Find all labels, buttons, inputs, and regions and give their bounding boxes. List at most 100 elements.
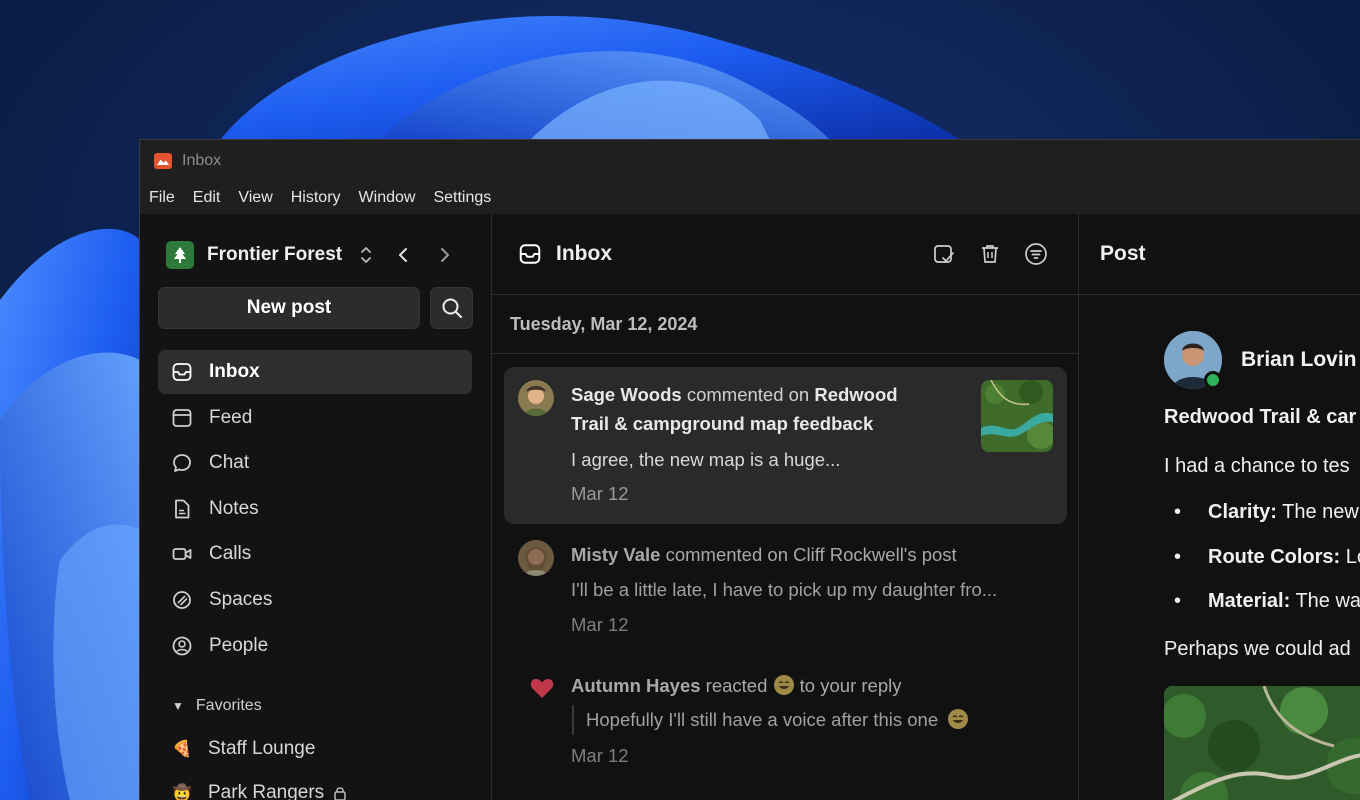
sidebar-item-label: Notes	[209, 497, 259, 519]
post-image[interactable]	[1164, 686, 1360, 800]
sidebar-item-label: Chat	[209, 452, 250, 474]
cowboy-icon: 🤠	[172, 785, 192, 800]
post-paragraph: I had a chance to tes	[1164, 455, 1350, 477]
sidebar-item-chat[interactable]: Chat	[158, 441, 472, 485]
bullet-text: The wa	[1290, 590, 1360, 612]
nav-list: Inbox Feed Chat Notes Calls Spaces Peopl…	[158, 350, 472, 669]
notification-time: Mar 12	[571, 745, 629, 766]
notification-preview: Hopefully I'll still have a voice after …	[586, 705, 969, 734]
window-title: Inbox	[182, 152, 222, 169]
sidebar-item-people[interactable]: People	[158, 624, 472, 668]
inbox-icon	[519, 244, 541, 264]
feed-icon	[172, 408, 192, 427]
tree-icon[interactable]	[166, 241, 194, 269]
chevron-up-down-icon[interactable]	[358, 245, 374, 265]
post-header-title: Post	[1100, 242, 1146, 265]
notes-icon	[175, 499, 190, 519]
online-status-dot	[1204, 371, 1222, 389]
bullet-item: Clarity: The new	[1208, 501, 1359, 524]
action-text: commented on	[681, 384, 815, 405]
favorites-header[interactable]: ▼ Favorites	[172, 697, 262, 715]
menu-settings[interactable]: Settings	[433, 189, 491, 207]
notification-item[interactable]: Misty Vale commented on Cliff Rockwell's…	[504, 532, 1067, 660]
sidebar-item-notes[interactable]: Notes	[158, 487, 472, 531]
search-icon	[442, 298, 462, 318]
forward-arrow-icon[interactable]	[434, 245, 454, 265]
person-circle-icon	[172, 636, 192, 655]
sidebar-item-calls[interactable]: Calls	[158, 532, 472, 576]
bullet-text: The new	[1276, 501, 1359, 523]
action-text: reacted	[700, 675, 773, 696]
favorites-label: Favorites	[195, 697, 262, 714]
pizza-icon: 🍕	[172, 741, 192, 758]
sidebar-item-label: Spaces	[209, 588, 273, 610]
filter-icon[interactable]	[1024, 242, 1048, 266]
target-title-continued: Trail & campground map feedback	[571, 413, 874, 434]
bullet-label: Clarity:	[1208, 501, 1277, 523]
notification-item[interactable]: Sage Woods commented on Redwood Trail & …	[504, 367, 1067, 524]
bullet-text: Lo	[1345, 546, 1360, 568]
target-title: Redwood	[814, 384, 898, 405]
menu-bar: File Edit View History Window Settings	[140, 182, 1360, 214]
actor-name: Sage Woods	[571, 384, 682, 405]
new-post-button[interactable]: New post	[158, 287, 420, 329]
sidebar-item-inbox[interactable]: Inbox	[158, 350, 472, 394]
inbox-panel: Inbox Tuesday, Mar 12, 2024 Sage Woods c…	[492, 214, 1079, 800]
post-title: Redwood Trail & car	[1164, 406, 1357, 428]
notification-item[interactable]: Autumn Hayes reacted to your reply Hopef…	[504, 663, 1067, 793]
sidebar-item-spaces[interactable]: Spaces	[158, 578, 472, 622]
actor-name: Autumn Hayes	[571, 675, 701, 696]
mark-all-read-icon[interactable]	[932, 242, 956, 266]
bullet-dot: •	[1174, 590, 1182, 612]
video-camera-icon	[172, 548, 192, 561]
menu-edit[interactable]: Edit	[193, 189, 221, 207]
bullet-dot: •	[1174, 546, 1182, 568]
search-button[interactable]	[430, 287, 473, 329]
avatar	[518, 540, 554, 576]
sidebar-item-label: People	[209, 634, 269, 656]
sidebar-item-label: Feed	[209, 406, 253, 428]
post-header: Post	[1079, 214, 1360, 295]
action-suffix: to your reply	[794, 675, 902, 696]
bullet-label: Route Colors:	[1208, 546, 1341, 568]
bullet-item: Route Colors: Lo	[1208, 546, 1360, 569]
clear-trash-icon[interactable]	[978, 242, 1002, 266]
notification-time: Mar 12	[571, 614, 629, 635]
notification-time: Mar 12	[571, 483, 629, 504]
menu-history[interactable]: History	[291, 189, 341, 207]
action-text: commented on Cliff Rockwell's post	[660, 544, 957, 565]
sidebar: Frontier Forest New post Inbox Feed Chat…	[140, 214, 492, 800]
sidebar-item-label: Calls	[209, 543, 252, 565]
menu-window[interactable]: Window	[359, 189, 416, 207]
heart-icon	[530, 678, 554, 698]
app-logo-icon	[154, 153, 172, 169]
workspace-row: Frontier Forest	[166, 240, 471, 270]
menu-file[interactable]: File	[149, 189, 175, 207]
grinning-emoji-icon	[947, 708, 969, 730]
lock-icon	[334, 787, 346, 800]
favorite-staff-lounge[interactable]: 🍕 Staff Lounge	[171, 738, 315, 760]
post-panel: Post Brian Lovin Redwood Trail & car I h…	[1079, 214, 1360, 800]
author-name[interactable]: Brian Lovin	[1241, 348, 1357, 372]
map-thumbnail	[981, 380, 1053, 452]
quote-bar	[572, 705, 574, 735]
chat-icon	[173, 454, 191, 473]
notification-title: Misty Vale commented on Cliff Rockwell's…	[571, 540, 957, 569]
favorite-label: Park Rangers	[208, 782, 325, 800]
notification-preview: I agree, the new map is a huge...	[571, 449, 841, 470]
page-title: Inbox	[556, 242, 612, 265]
menu-view[interactable]: View	[238, 189, 272, 207]
caret-down-icon: ▼	[172, 699, 184, 713]
notification-preview: I'll be a little late, I have to pick up…	[571, 579, 998, 600]
sidebar-item-feed[interactable]: Feed	[158, 396, 472, 440]
bullet-dot: •	[1174, 501, 1182, 523]
inbox-icon	[172, 363, 192, 381]
bullet-item: Material: The wa	[1208, 590, 1360, 613]
favorite-park-rangers[interactable]: 🤠 Park Rangers	[171, 782, 348, 800]
date-group-header: Tuesday, Mar 12, 2024	[492, 295, 1078, 354]
spaces-icon	[173, 591, 191, 609]
back-arrow-icon[interactable]	[394, 245, 414, 265]
actor-name: Misty Vale	[571, 544, 661, 565]
workspace-name[interactable]: Frontier Forest	[207, 244, 342, 266]
avatar	[518, 380, 554, 416]
